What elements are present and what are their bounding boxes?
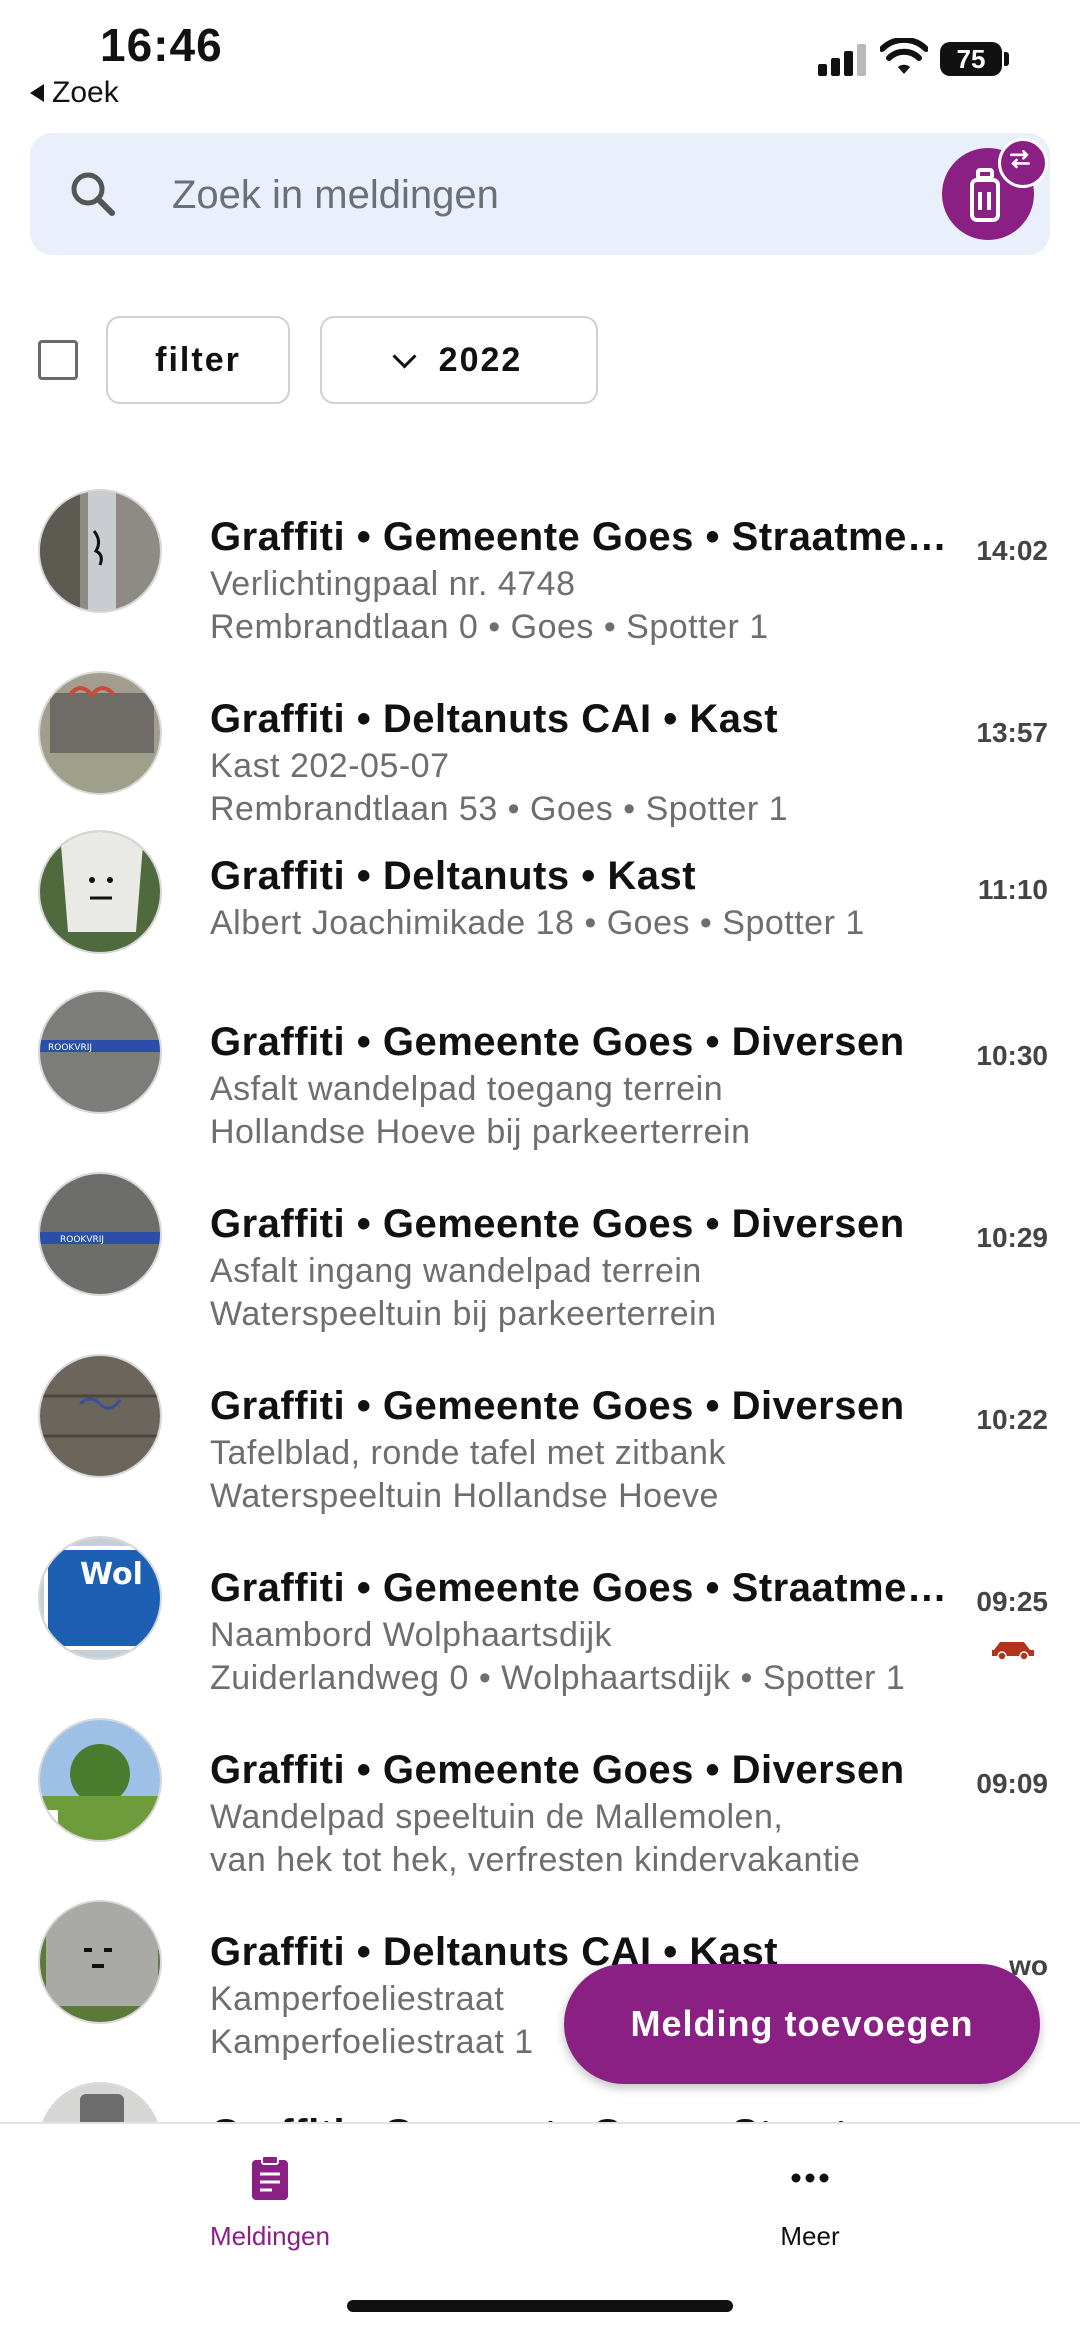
wifi-icon — [880, 38, 928, 74]
tab-meldingen[interactable]: Meldingen — [120, 2154, 420, 2252]
report-title: Graffiti • Gemeente Goes • Diversen — [210, 1384, 905, 1428]
report-description: Kast 202-05-07 — [210, 747, 450, 785]
report-thumbnail — [38, 830, 162, 954]
report-location: Hollandse Hoeve bij parkeerterrein — [210, 1113, 751, 1151]
list-item[interactable]: ROOKVRIJ Graffiti • Gemeente Goes • Dive… — [0, 990, 1080, 1151]
signal-icon — [818, 42, 870, 76]
report-description: Tafelblad, ronde tafel met zitbank — [210, 1434, 726, 1472]
report-thumbnail — [38, 2082, 162, 2122]
report-thumbnail — [38, 489, 162, 613]
report-time: 10:22 — [976, 1404, 1048, 1435]
list-item[interactable]: Graffiti • Gemeente Goes • Straatmeubila… — [0, 2082, 1080, 2122]
svg-text:Wol: Wol — [80, 1557, 143, 1592]
report-description: Wandelpad speeltuin de Mallemolen, — [210, 1798, 784, 1836]
report-title: Graffiti • Gemeente Goes • Straatmeubila… — [210, 2112, 960, 2122]
select-all-checkbox[interactable] — [38, 340, 78, 380]
search-icon — [71, 172, 115, 216]
year-label: 2022 — [438, 340, 523, 379]
report-time: 09:09 — [976, 1768, 1048, 1799]
report-location: Zuiderlandweg 0 • Wolphaartsdijk • Spott… — [210, 1659, 906, 1697]
report-thumbnail: ROOKVRIJ — [38, 990, 162, 1114]
report-thumbnail: Wol — [38, 1536, 162, 1660]
report-time: 10:29 — [976, 1222, 1048, 1253]
tab-meer[interactable]: Meer — [660, 2154, 960, 2252]
report-location: Waterspeeltuin bij parkeerterrein — [210, 1295, 717, 1333]
clipboard-icon — [252, 2155, 288, 2200]
report-thumbnail — [38, 1718, 162, 1842]
report-description: Verlichtingpaal nr. 4748 — [210, 565, 576, 603]
search-bar[interactable] — [30, 133, 1050, 255]
report-thumbnail — [38, 671, 162, 795]
report-list[interactable]: Graffiti • Gemeente Goes • Straatmeubila… — [0, 455, 1080, 2122]
report-location: Rembrandtlaan 53 • Goes • Spotter 1 — [210, 790, 789, 828]
report-time: 13:57 — [976, 717, 1048, 748]
report-description: Naambord Wolphaartsdijk — [210, 1616, 613, 1654]
list-item[interactable]: Graffiti • Gemeente Goes • Straatmeubila… — [0, 485, 1080, 646]
list-item[interactable]: Graffiti • Gemeente Goes • Diversen 10:2… — [0, 1354, 1080, 1515]
report-description-cont: van hek tot hek, verfresten kindervakant… — [210, 1841, 861, 1879]
back-label: Zoek — [52, 76, 119, 109]
status-bar: 16:46 Zoek 75 — [0, 0, 1080, 120]
filter-label: filter — [155, 340, 241, 379]
report-title: Graffiti • Gemeente Goes • Diversen — [210, 1020, 905, 1064]
svg-text:ROOKVRIJ: ROOKVRIJ — [60, 1235, 104, 1245]
report-thumbnail — [38, 1900, 162, 2024]
chevron-down-icon — [392, 343, 417, 369]
list-item[interactable]: Wol Graffiti • Gemeente Goes • Straatmeu… — [0, 1536, 1080, 1697]
report-location: Waterspeeltuin Hollandse Hoeve — [210, 1477, 719, 1515]
report-title: Graffiti • Gemeente Goes • Straatmeubila… — [210, 515, 960, 559]
report-title: Graffiti • Deltanuts • Kast — [210, 854, 697, 898]
list-item[interactable]: Graffiti • Deltanuts • Kast 11:10 Albert… — [0, 830, 1080, 970]
report-thumbnail: ROOKVRIJ — [38, 1172, 162, 1296]
back-arrow-icon — [30, 84, 44, 102]
report-title: Graffiti • Gemeente Goes • Straatmeubila… — [210, 1566, 960, 1610]
swap-icon — [998, 138, 1048, 188]
report-description: Asfalt wandelpad toegang terrein — [210, 1070, 724, 1108]
search-input[interactable] — [170, 161, 934, 229]
report-time: 09:25 — [976, 1586, 1048, 1617]
report-time: 14:02 — [976, 535, 1048, 566]
report-location: Rembrandtlaan 0 • Goes • Spotter 1 — [210, 608, 769, 646]
report-description: Asfalt ingang wandelpad terrein — [210, 1252, 702, 1290]
battery-indicator: 75 — [940, 42, 1002, 76]
home-indicator — [347, 2300, 733, 2312]
report-location: Albert Joachimikade 18 • Goes • Spotter … — [210, 904, 865, 942]
report-time: 11:10 — [977, 874, 1048, 905]
report-time: 10:30 — [976, 1040, 1048, 1071]
svg-text:ROOKVRIJ: ROOKVRIJ — [48, 1043, 92, 1053]
report-title: Graffiti • Gemeente Goes • Diversen — [210, 1748, 905, 1792]
battery-cap — [1004, 52, 1009, 66]
list-item[interactable]: Graffiti • Gemeente Goes • Diversen 09:0… — [0, 1718, 1080, 1879]
car-icon — [992, 1642, 1034, 1660]
status-time: 16:46 — [100, 19, 223, 71]
add-report-label: Melding toevoegen — [630, 2003, 974, 2044]
list-item[interactable]: Graffiti • Deltanuts CAI • Kast 13:57 Ka… — [0, 667, 1080, 828]
back-to-search-link[interactable]: Zoek — [30, 76, 119, 110]
list-item[interactable]: ROOKVRIJ Graffiti • Gemeente Goes • Dive… — [0, 1172, 1080, 1333]
report-title: Graffiti • Gemeente Goes • Diversen — [210, 1202, 905, 1246]
add-report-button[interactable]: Melding toevoegen — [564, 1964, 1040, 2084]
report-thumbnail — [38, 1354, 162, 1478]
tab-meer-label: Meer — [780, 2221, 840, 2251]
tab-meldingen-label: Meldingen — [210, 2221, 330, 2251]
more-dots-icon — [791, 2173, 829, 2183]
filter-button[interactable]: filter — [106, 316, 290, 404]
report-title: Graffiti • Deltanuts CAI • Kast — [210, 697, 779, 741]
year-dropdown[interactable]: 2022 — [320, 316, 598, 404]
